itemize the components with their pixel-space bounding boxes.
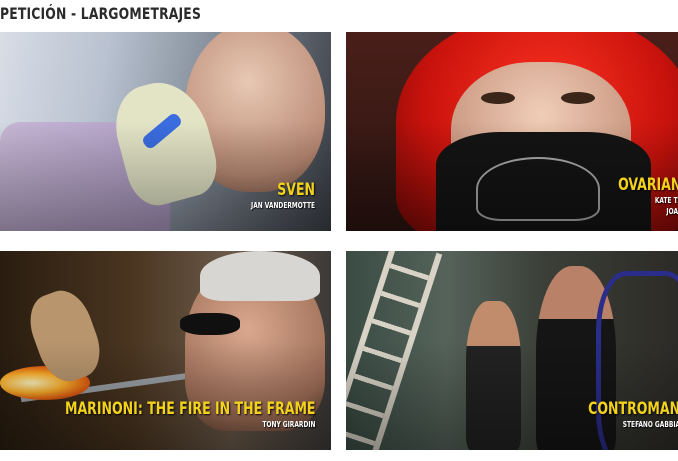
film-title: SVEN (277, 180, 315, 200)
section-title: PETICIÓN - LARGOMETRAJES (0, 4, 202, 23)
film-card-contromano[interactable]: CONTROMAN STEFANO GABBIA (346, 251, 678, 450)
film-card-marinoni[interactable]: MARINONI: THE FIRE IN THE FRAME TONY GIR… (0, 251, 331, 450)
film-director: STEFANO GABBIA (622, 420, 678, 429)
film-director: KATE TRUMBULL-LAVAL (654, 196, 678, 205)
film-title: CONTROMAN (588, 399, 678, 419)
film-director: JOANNA SOKOLOWS (666, 207, 678, 216)
film-director: TONY GIRARDIN (261, 420, 315, 429)
film-director: JAN VANDERMOTTE (251, 201, 315, 210)
film-title: MARINONI: THE FIRE IN THE FRAME (64, 399, 315, 419)
film-card-sven[interactable]: SVEN JAN VANDERMOTTE (0, 32, 331, 231)
film-card-ovarian-psyco[interactable]: OVARIAN PSYCO KATE TRUMBULL-LAVAL JOANNA… (346, 32, 678, 231)
film-title: OVARIAN PSYCO (617, 175, 678, 195)
